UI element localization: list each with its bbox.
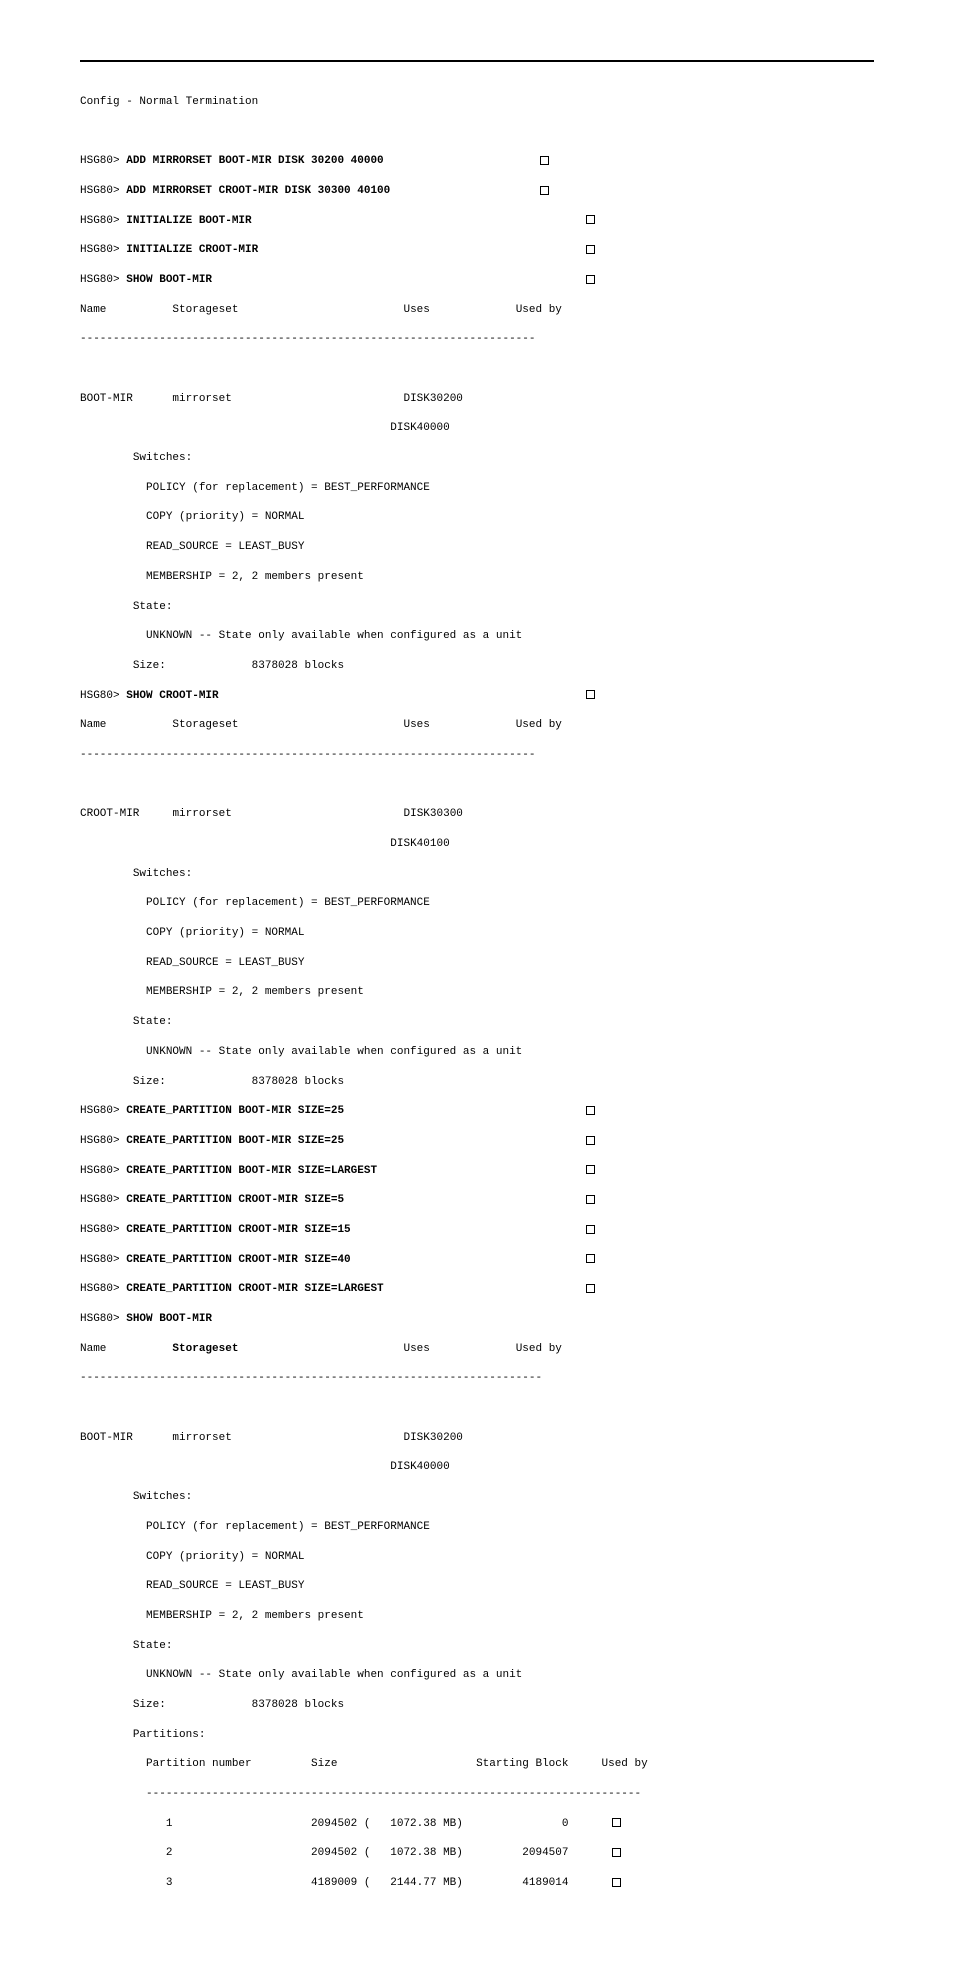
partition-row: 3 4189009 ( 2144.77 MB) 4189014 [146, 1877, 568, 1889]
boot-type: mirrorset [172, 393, 231, 405]
partition-cols: Partition number Size Starting Block Use… [146, 1758, 648, 1770]
checkbox-icon [586, 215, 595, 224]
cmd-cp-croot-lg: CREATE_PARTITION CROOT-MIR SIZE=LARGEST [126, 1283, 383, 1295]
checkbox-icon [540, 156, 549, 165]
boot-disk1: DISK30200 [403, 393, 462, 405]
sw-policy: POLICY (for replacement) = BEST_PERFORMA… [146, 482, 430, 494]
col-usedby: Used by [516, 304, 562, 316]
partition-row: 2 2094502 ( 1072.38 MB) 2094507 [146, 1847, 568, 1859]
checkbox-icon [612, 1878, 621, 1887]
cmd-cp-croot5: CREATE_PARTITION CROOT-MIR SIZE=5 [126, 1194, 344, 1206]
checkbox-icon [540, 186, 549, 195]
sw-memb: MEMBERSHIP = 2, 2 members present [146, 571, 364, 583]
col-name: Name [80, 304, 106, 316]
checkbox-icon [586, 245, 595, 254]
state-unk: UNKNOWN -- State only available when con… [146, 630, 522, 642]
cmd-show-boot: SHOW BOOT-MIR [126, 274, 212, 286]
cmd-init-boot: INITIALIZE BOOT-MIR [126, 215, 251, 227]
cmd-add-boot: ADD MIRRORSET BOOT-MIR DISK 30200 40000 [126, 155, 383, 167]
checkbox-icon [586, 1136, 595, 1145]
checkbox-icon [586, 1254, 595, 1263]
switches-hdr: Switches: [133, 452, 192, 464]
checkbox-icon [612, 1818, 621, 1827]
sw-copy: COPY (priority) = NORMAL [146, 511, 304, 523]
checkbox-icon [586, 275, 595, 284]
checkbox-icon [586, 1165, 595, 1174]
cmd-cp-croot15: CREATE_PARTITION CROOT-MIR SIZE=15 [126, 1224, 350, 1236]
cmd-init-croot: INITIALIZE CROOT-MIR [126, 244, 258, 256]
cmd-cp-boot25b: CREATE_PARTITION BOOT-MIR SIZE=25 [126, 1135, 344, 1147]
header-rule [80, 60, 874, 62]
state-hdr: State: [133, 601, 173, 613]
size-val: 8378028 blocks [252, 660, 344, 672]
cmd-show-boot2: SHOW BOOT-MIR [126, 1313, 212, 1325]
checkbox-icon [612, 1848, 621, 1857]
checkbox-icon [586, 1284, 595, 1293]
boot-disk2: DISK40000 [390, 422, 449, 434]
cmd-cp-boot25a: CREATE_PARTITION BOOT-MIR SIZE=25 [126, 1105, 344, 1117]
separator: ----------------------------------------… [80, 332, 874, 347]
size-hdr: Size: [133, 660, 166, 672]
checkbox-icon [586, 1225, 595, 1234]
sw-read: READ_SOURCE = LEAST_BUSY [146, 541, 304, 553]
cmd-show-croot: SHOW CROOT-MIR [126, 690, 218, 702]
separator: ----------------------------------------… [80, 748, 874, 763]
cmd-add-croot: ADD MIRRORSET CROOT-MIR DISK 30300 40100 [126, 185, 390, 197]
terminal-output: Config - Normal Termination HSG80> ADD M… [80, 80, 874, 1906]
boot-name: BOOT-MIR [80, 393, 133, 405]
col-uses: Uses [403, 304, 429, 316]
croot-type: mirrorset [172, 808, 231, 820]
cmd-cp-croot40: CREATE_PARTITION CROOT-MIR SIZE=40 [126, 1254, 350, 1266]
partition-sep: ----------------------------------------… [146, 1788, 641, 1800]
checkbox-icon [586, 1106, 595, 1115]
checkbox-icon [586, 1195, 595, 1204]
croot-disk1: DISK30300 [404, 808, 463, 820]
croot-disk2: DISK40100 [390, 838, 449, 850]
partition-row: 1 2094502 ( 1072.38 MB) 0 [146, 1818, 568, 1830]
checkbox-icon [586, 690, 595, 699]
col-storageset: Storageset [172, 304, 238, 316]
separator: ----------------------------------------… [80, 1371, 874, 1386]
cmd-cp-boot-lg: CREATE_PARTITION BOOT-MIR SIZE=LARGEST [126, 1165, 377, 1177]
prompt: HSG80> [80, 155, 120, 167]
croot-name: CROOT-MIR [80, 808, 139, 820]
config-term: Config - Normal Termination [80, 95, 874, 110]
partitions-hdr: Partitions: [133, 1729, 206, 1741]
